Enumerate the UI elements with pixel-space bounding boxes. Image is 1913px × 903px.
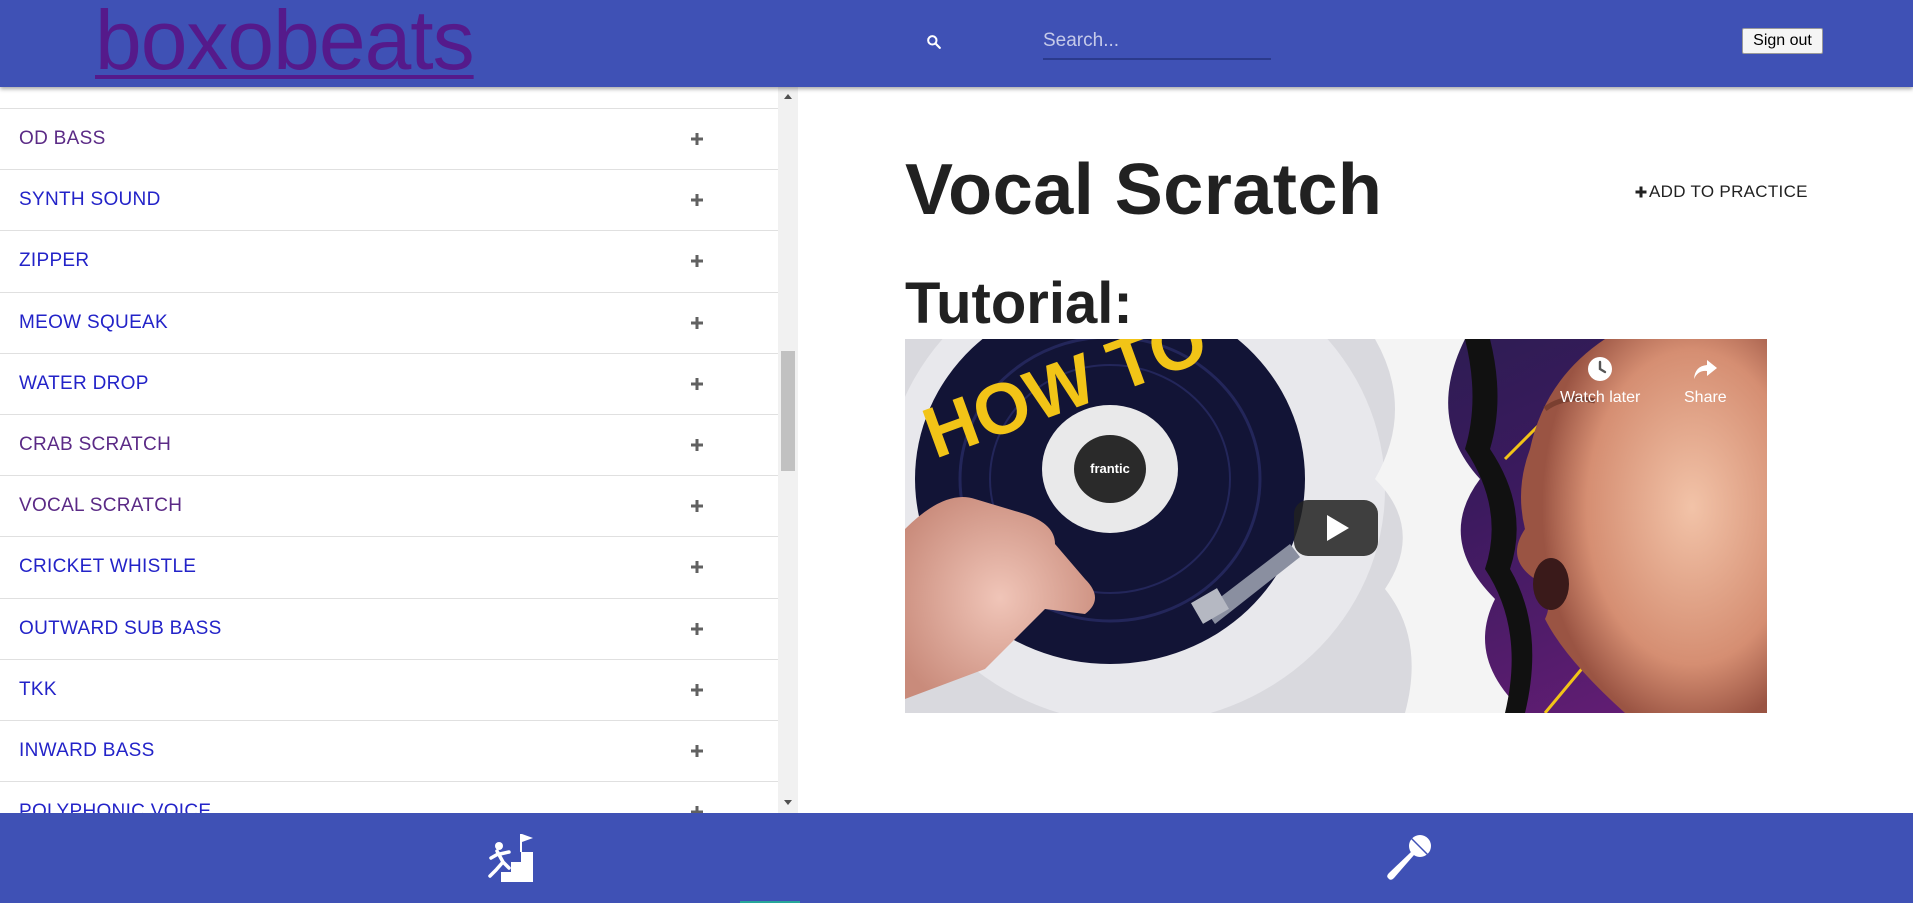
nav-practice-button[interactable] bbox=[452, 813, 572, 903]
watch-later-button[interactable]: Watch later bbox=[1560, 355, 1640, 407]
sidebar-scrollbar[interactable] bbox=[778, 87, 798, 813]
expand-plus-icon[interactable] bbox=[689, 192, 705, 208]
beat-list-item[interactable]: SYNTH SOUND bbox=[0, 169, 778, 230]
tutorial-video-player[interactable]: frantic HOW TO Watch later Share bbox=[905, 339, 1767, 713]
beat-detail: Vocal Scratch ADD TO PRACTICE Tutorial: bbox=[798, 87, 1913, 813]
share-button[interactable]: Share bbox=[1684, 355, 1727, 407]
beat-link[interactable]: CRICKET WHISTLE bbox=[19, 556, 196, 578]
share-label: Share bbox=[1684, 389, 1727, 406]
scroll-up-arrow-icon[interactable] bbox=[783, 92, 793, 102]
beat-list-item[interactable]: ZIPPER bbox=[0, 230, 778, 291]
expand-plus-icon[interactable] bbox=[689, 682, 705, 698]
scroll-down-arrow-icon[interactable] bbox=[783, 797, 793, 807]
beat-list-item[interactable]: TKK bbox=[0, 658, 778, 720]
bottom-navigation bbox=[0, 813, 1913, 903]
beat-list: OD BASS SYNTH SOUND ZIPPER MEOW SQUEAK WATER… bbox=[0, 108, 778, 813]
practice-stairs-icon bbox=[488, 834, 533, 882]
beat-list-item[interactable]: MEOW SQUEAK bbox=[0, 291, 778, 353]
page-title: Vocal Scratch bbox=[905, 150, 1383, 230]
search-icon[interactable] bbox=[924, 32, 944, 52]
microphone-icon bbox=[1387, 835, 1431, 880]
expand-plus-icon[interactable] bbox=[689, 621, 705, 637]
expand-plus-icon[interactable] bbox=[689, 315, 705, 331]
expand-plus-icon[interactable] bbox=[689, 498, 705, 514]
expand-plus-icon[interactable] bbox=[689, 131, 705, 147]
beat-link[interactable]: OD BASS bbox=[19, 128, 106, 150]
beat-link[interactable]: ZIPPER bbox=[19, 250, 89, 272]
beat-link[interactable]: CRAB SCRATCH bbox=[19, 434, 171, 456]
sign-out-button[interactable]: Sign out bbox=[1742, 28, 1823, 54]
nav-beatbox-button[interactable] bbox=[1349, 813, 1469, 903]
watch-later-label: Watch later bbox=[1560, 389, 1641, 406]
beat-link[interactable]: INWARD BASS bbox=[19, 740, 155, 762]
beat-list-item[interactable]: OUTWARD SUB BASS bbox=[0, 597, 778, 659]
beat-list-item[interactable]: INWARD BASS bbox=[0, 719, 778, 781]
logo-link[interactable]: boxobeats bbox=[95, 0, 475, 84]
beat-list-item[interactable]: POLYPHONIC VOICE bbox=[0, 781, 778, 813]
search-input[interactable] bbox=[1043, 24, 1271, 60]
expand-plus-icon[interactable] bbox=[689, 743, 705, 759]
beat-list-sidebar: OD BASS SYNTH SOUND ZIPPER MEOW SQUEAK WATER… bbox=[0, 87, 798, 813]
beat-link[interactable]: WATER DROP bbox=[19, 373, 149, 395]
beat-link[interactable]: TKK bbox=[19, 679, 57, 701]
app-header: boxobeats Sign out bbox=[0, 0, 1913, 87]
beat-list-item[interactable]: CRAB SCRATCH bbox=[0, 413, 778, 475]
beat-list-item[interactable]: VOCAL SCRATCH bbox=[0, 475, 778, 536]
svg-text:frantic: frantic bbox=[1090, 461, 1130, 476]
expand-plus-icon[interactable] bbox=[689, 253, 705, 269]
expand-plus-icon[interactable] bbox=[689, 804, 705, 813]
beat-list-item[interactable]: WATER DROP bbox=[0, 352, 778, 414]
expand-plus-icon[interactable] bbox=[689, 376, 705, 392]
plus-icon bbox=[1635, 186, 1647, 198]
expand-plus-icon[interactable] bbox=[689, 559, 705, 575]
beat-link[interactable]: VOCAL SCRATCH bbox=[19, 495, 182, 517]
beat-list-item[interactable]: OD BASS bbox=[0, 108, 778, 169]
share-arrow-icon bbox=[1694, 360, 1718, 379]
scrollbar-thumb[interactable] bbox=[781, 351, 795, 471]
beat-list-item[interactable]: CRICKET WHISTLE bbox=[0, 536, 778, 597]
add-to-practice-button[interactable]: ADD TO PRACTICE bbox=[1635, 182, 1808, 202]
tutorial-heading: Tutorial: bbox=[905, 271, 1133, 336]
play-button-icon[interactable] bbox=[1293, 499, 1379, 557]
beat-link[interactable]: SYNTH SOUND bbox=[19, 189, 161, 211]
clock-icon bbox=[1588, 357, 1613, 381]
beat-link[interactable]: MEOW SQUEAK bbox=[19, 312, 168, 334]
beat-link[interactable]: OUTWARD SUB BASS bbox=[19, 618, 222, 640]
beat-link[interactable]: POLYPHONIC VOICE bbox=[19, 801, 211, 813]
add-to-practice-label: ADD TO PRACTICE bbox=[1649, 182, 1808, 201]
expand-plus-icon[interactable] bbox=[689, 437, 705, 453]
